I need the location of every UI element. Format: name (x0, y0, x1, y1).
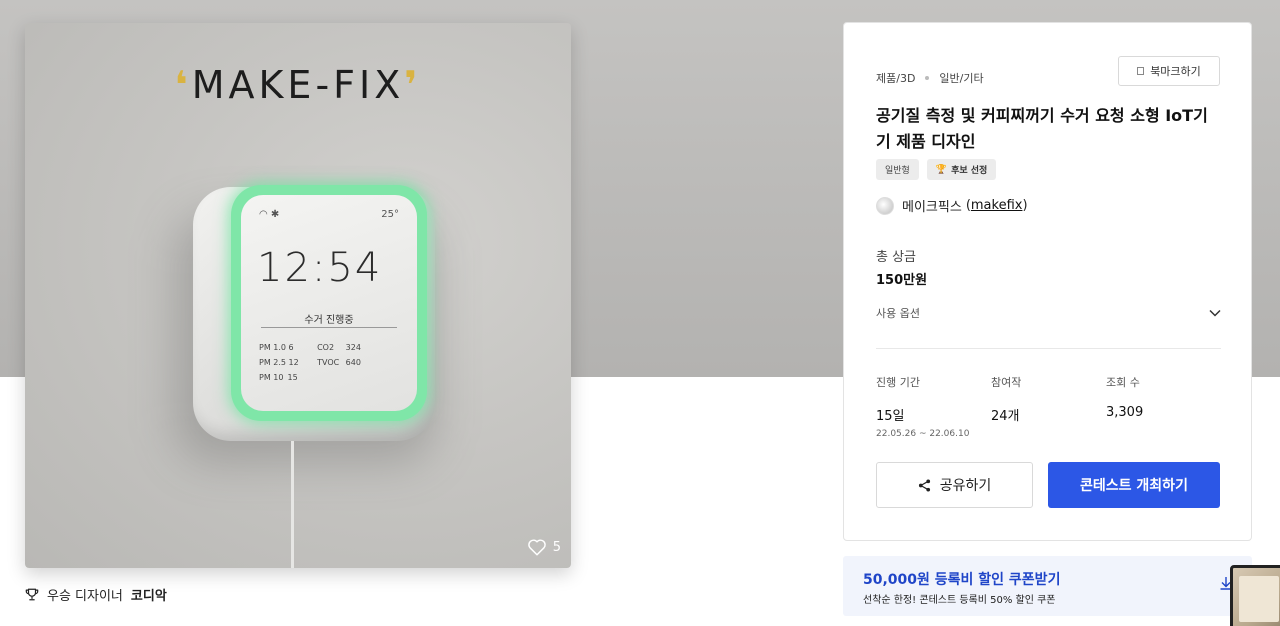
featured-badge: 🏆 후보 선정 (926, 159, 997, 180)
featured-badge-label: 후보 선정 (951, 166, 988, 176)
brand-logo-text: MAKE-FIX (191, 63, 405, 107)
usage-options-toggle[interactable]: 사용 옵션 (876, 303, 1221, 323)
stat-period-label: 진행 기간 (876, 376, 920, 389)
device-screen: ◠ ✱ 25° 12:54 수거 진행중 PM 1.0 6 CO2 324 PM… (241, 195, 417, 411)
winner-label: 우승 디자이너 (47, 589, 123, 604)
badge-group: 일반형 🏆 후보 선정 (876, 159, 997, 180)
stat-period-value: 15일 (876, 409, 905, 424)
breadcrumb-separator (925, 76, 930, 80)
share-icon (918, 478, 930, 492)
screen-temperature: 25° (381, 209, 399, 220)
author-name: 메이크픽스 (902, 200, 962, 215)
stat-period-range: 22.05.26 ~ 22.06.10 (876, 429, 970, 439)
metric-row: PM 1.0 6 CO2 324 (259, 343, 361, 352)
winner-name[interactable]: 코디악 (131, 585, 167, 604)
prize-label: 총 상금 (876, 250, 917, 265)
metric-row: PM 2.5 12 TVOC 640 (259, 358, 361, 367)
host-contest-button[interactable]: 콘테스트 개최하기 (1048, 462, 1220, 508)
device-cable (291, 441, 294, 568)
bookmark-button[interactable]: 북마크하기 (1118, 56, 1220, 86)
winner-designer: 우승 디자이너 코디악 (25, 585, 167, 604)
share-button[interactable]: 공유하기 (876, 462, 1033, 508)
breadcrumb: 제품/3D 일반/기타 (876, 70, 984, 86)
stat-views-value: 3,309 (1106, 405, 1144, 420)
screen-metrics: PM 1.0 6 CO2 324 PM 2.5 12 TVOC 640 PM 1… (259, 340, 372, 385)
screen-time: 12:54 (257, 245, 383, 291)
breadcrumb-category[interactable]: 제품/3D (876, 70, 915, 86)
screen-status: 수거 진행중 (304, 315, 354, 326)
breadcrumb-subcategory[interactable]: 일반/기타 (939, 70, 983, 86)
brand-logo: ❛MAKE-FIX❜ (174, 63, 422, 107)
like-button[interactable]: 5 (527, 538, 561, 556)
chevron-down-icon (1209, 309, 1221, 317)
product-image[interactable]: ❛MAKE-FIX❜ ◠ ✱ 25° 12:54 수거 진행중 PM 1.0 6… (25, 23, 571, 568)
like-count: 5 (552, 539, 561, 555)
coupon-subtitle: 선착순 한정! 콘테스트 등록비 50% 할인 쿠폰 (863, 595, 1056, 606)
bookmark-label: 북마크하기 (1150, 65, 1201, 78)
bookmark-icon (1137, 67, 1145, 75)
metric-row: PM 10 15 (259, 373, 298, 382)
trophy-icon: 🏆 (935, 164, 948, 175)
avatar (876, 196, 894, 215)
stat-views-label: 조회 수 (1106, 376, 1140, 389)
prize-value: 150만원 (876, 273, 928, 288)
floating-thumbnail[interactable] (1230, 565, 1280, 626)
wifi-bluetooth-icons: ◠ ✱ (259, 209, 280, 220)
coupon-banner[interactable]: 50,000원 등록비 할인 쿠폰받기 선착순 한정! 콘테스트 등록비 50%… (843, 556, 1252, 616)
stat-participants: 참여작 24개 (991, 374, 1106, 439)
stat-participants-value: 24개 (991, 409, 1020, 424)
stat-views: 조회 수 3,309 (1106, 374, 1221, 439)
screen-divider (261, 327, 397, 328)
author[interactable]: 메이크픽스 (makefix) (876, 196, 1028, 215)
trophy-icon (25, 588, 39, 601)
thumbnail-inner (1239, 576, 1279, 622)
divider (876, 348, 1221, 349)
share-label: 공유하기 (939, 478, 992, 494)
coupon-title: 50,000원 등록비 할인 쿠폰받기 (863, 572, 1061, 588)
author-handle[interactable]: makefix (971, 198, 1023, 213)
stat-participants-label: 참여작 (991, 376, 1022, 389)
usage-options-label: 사용 옵션 (876, 307, 920, 320)
author-handle-wrap: (makefix) (965, 198, 1028, 213)
stat-period: 진행 기간 15일 22.05.26 ~ 22.06.10 (876, 374, 991, 439)
type-badge: 일반형 (876, 159, 919, 180)
heart-icon (527, 539, 546, 556)
contest-info-card: 제품/3D 일반/기타 북마크하기 공기질 측정 및 커피찌꺼기 수거 요청 소… (843, 22, 1252, 541)
contest-title: 공기질 측정 및 커피찌꺼기 수거 요청 소형 IoT기기 제품 디자인 (876, 106, 1208, 151)
contest-stats: 진행 기간 15일 22.05.26 ~ 22.06.10 참여작 24개 조회… (876, 374, 1221, 439)
